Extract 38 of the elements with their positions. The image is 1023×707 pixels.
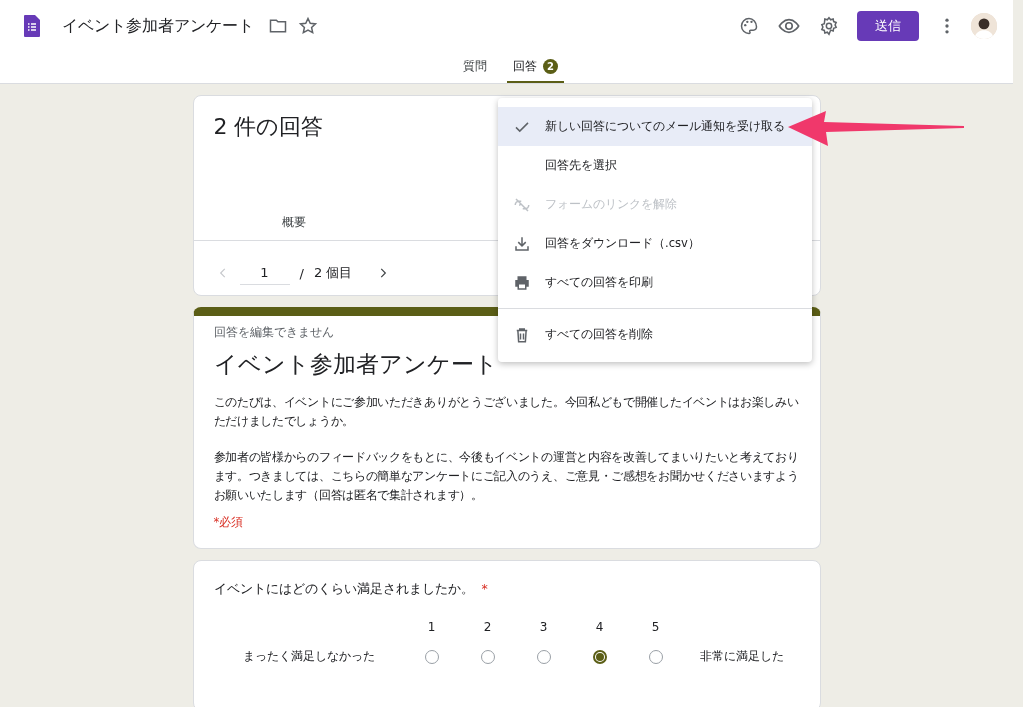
pager-total: 2 個目 [313,264,353,282]
pager-separator: / [299,265,304,281]
question-text: イベントにはどのくらい満足されましたか。 [213,581,474,598]
scale-number: 5 [651,620,660,634]
menu-item[interactable]: すべての回答を削除 [498,315,812,354]
response-count-title: 2 件の回答 [213,113,324,141]
description-paragraph: このたびは、イベントにご参加いただきありがとうございました。今回私どもで開催したイベントはお楽しみいただけましたでしょうか。 [213,393,800,430]
menu-item[interactable]: 回答先を選択 [498,146,812,185]
radio-button[interactable] [592,649,607,664]
download-icon [512,234,531,253]
menu-item[interactable]: 回答をダウンロード（.csv） [498,224,812,263]
printer-icon [512,273,531,292]
settings-icon[interactable] [819,16,839,36]
scale-number: 3 [539,620,548,634]
scale-number: 1 [427,620,436,634]
scale-high-label: 非常に満足した [699,648,784,665]
scale-number: 2 [483,620,492,634]
palette-icon[interactable] [739,16,759,36]
notice-text: 回答を編集できません [213,324,334,341]
unlink-icon [512,195,531,214]
scale-number: 4 [595,620,604,634]
star-icon[interactable] [298,16,318,36]
required-note: *必須 [213,515,245,530]
form-title: イベント参加者アンケート [213,350,498,379]
page-number-field[interactable]: 1 [239,261,290,285]
menu-item[interactable]: 新しい回答についてのメール通知を受け取る [498,107,812,146]
document-title[interactable]: イベント参加者アンケート [62,15,254,37]
tab[interactable]: 質問 [457,52,493,83]
avatar-icon[interactable] [971,13,997,39]
scale-low-label: まったく満足しなかった [242,648,375,665]
count-badge: 2 [543,59,558,74]
required-mark: * [481,581,488,598]
menu-item[interactable]: すべての回答を印刷 [498,263,812,302]
folder-icon[interactable] [268,16,288,36]
description-paragraph: 参加者の皆様からのフィードバックをもとに、今後もイベントの運営と内容を改善してまいりたいと考えております。つきましては、こちらの簡単なアンケートにご記入のうえ、ご意見・ご感想をお聞かせくださいますようお願いいたします（回答は匿名で集計されます）。 [213,448,800,504]
tab[interactable]: 概要 [257,207,330,237]
tab[interactable]: 回答 2 [507,52,564,83]
send-button[interactable]: 送信 [857,11,919,41]
